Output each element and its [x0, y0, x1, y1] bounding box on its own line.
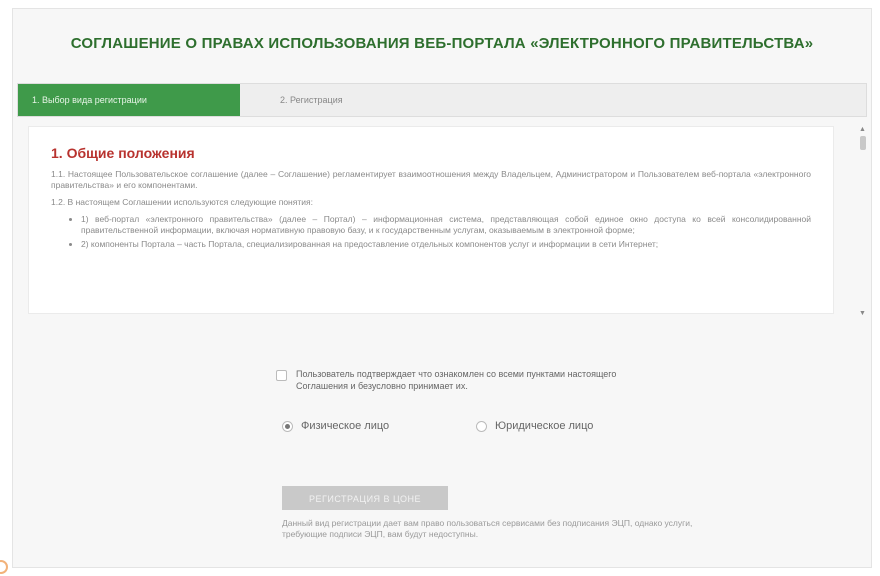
radio-legal-entity[interactable]: Юридическое лицо [476, 420, 593, 432]
section-title: 1. Общие положения [51, 145, 195, 161]
radio-label-individual: Физическое лицо [301, 420, 390, 432]
radio-button-individual[interactable] [282, 420, 293, 432]
list-item: 1) веб-портал «электронного правительств… [81, 214, 811, 236]
scroll-up-arrow-icon[interactable]: ▲ [859, 126, 866, 134]
agreement-text-box: 1. Общие положения 1.1. Настоящее Пользо… [28, 126, 834, 314]
tab-step-1[interactable]: 1. Выбор вида регистрации [18, 84, 240, 116]
register-button[interactable]: РЕГИСТРАЦИЯ В ЦОНЕ [282, 486, 448, 510]
definitions-list: 1) веб-портал «электронного правительств… [51, 214, 811, 250]
loading-circle-icon [0, 560, 8, 574]
scroll-down-arrow-icon[interactable]: ▼ [859, 310, 866, 318]
list-item: 2) компоненты Портала – часть Портала, с… [81, 239, 811, 250]
confirm-checkbox[interactable] [276, 370, 287, 381]
scroll-thumb[interactable] [860, 136, 866, 150]
paragraph-1-2: 1.2. В настоящем Соглашении используются… [51, 197, 313, 207]
registration-note: Данный вид регистрации дает вам право по… [282, 518, 693, 539]
tab-step-2[interactable]: 2. Регистрация [266, 84, 466, 116]
page-title: СОГЛАШЕНИЕ О ПРАВАХ ИСПОЛЬЗОВАНИЯ ВЕБ-ПО… [70, 35, 814, 52]
radio-label-legal: Юридическое лицо [495, 420, 594, 432]
step-tabs: 1. Выбор вида регистрации 2. Регистрация [17, 83, 867, 117]
confirm-label: Пользователь подтверждает что ознакомлен… [296, 369, 617, 391]
radio-individual[interactable]: Физическое лицо [282, 420, 389, 432]
radio-button-legal[interactable] [476, 420, 487, 432]
confirm-agreement: Пользователь подтверждает что ознакомлен… [276, 368, 656, 392]
paragraph-1-1: 1.1. Настоящее Пользовательское соглашен… [51, 169, 811, 190]
agreement-scrollbar[interactable]: ▲ ▼ [858, 126, 868, 318]
